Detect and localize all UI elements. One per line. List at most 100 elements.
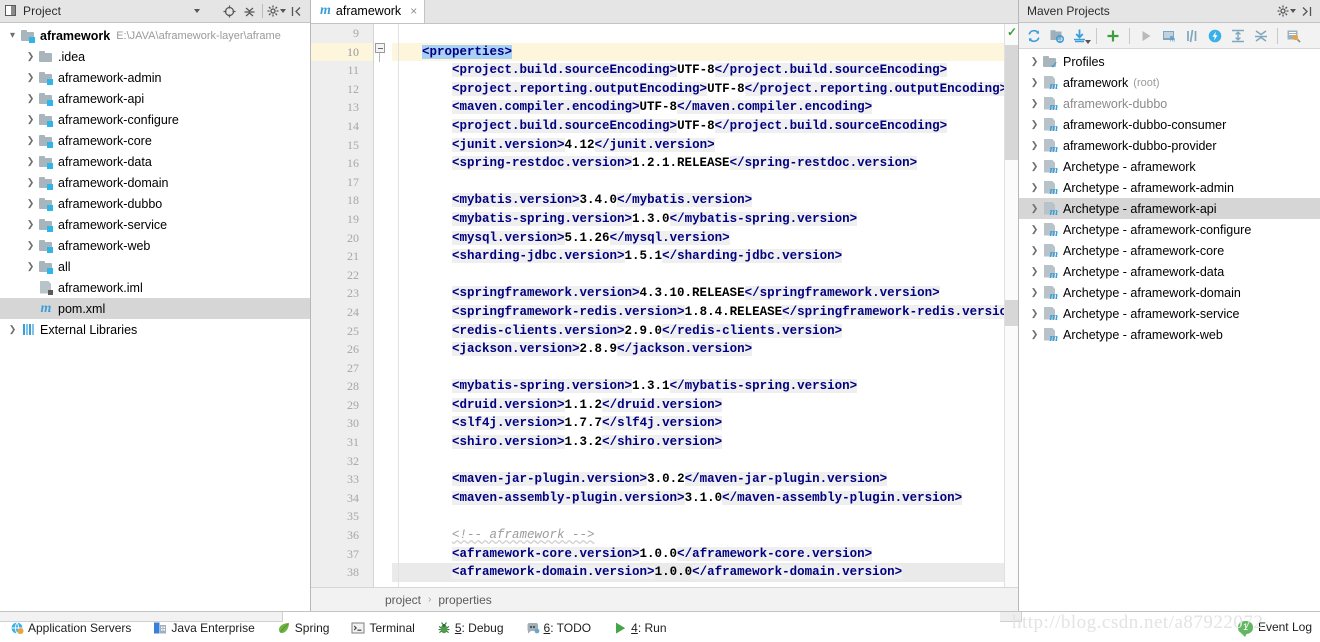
code-line[interactable]: <mybatis.version>3.4.0</mybatis.version> — [392, 191, 1018, 210]
code-line[interactable] — [392, 359, 1018, 378]
code-line[interactable] — [392, 266, 1018, 285]
tree-expand-arrow[interactable] — [1027, 330, 1042, 340]
maven-projects-tree[interactable]: ✓ Profiles m aframework (root) m aframework-du… — [1019, 49, 1320, 345]
tree-expand-arrow[interactable] — [1027, 183, 1042, 193]
code-line[interactable]: <mybatis-spring.version>1.3.0</mybatis-s… — [392, 210, 1018, 229]
tree-expand-arrow[interactable] — [1027, 309, 1042, 319]
code-line[interactable]: <redis-clients.version>2.9.0</redis-clie… — [392, 322, 1018, 341]
hide-panel-icon[interactable] — [1296, 1, 1316, 21]
tree-expand-arrow[interactable] — [1027, 246, 1042, 256]
project-tree-row[interactable]: m pom.xml — [0, 298, 310, 319]
project-tree-row[interactable]: aframework-service — [0, 214, 310, 235]
tree-expand-arrow[interactable] — [23, 220, 38, 230]
code-folding-strip[interactable] — [374, 24, 386, 587]
code-line[interactable]: <slf4j.version>1.7.7</slf4j.version> — [392, 414, 1018, 433]
expand-all-icon[interactable] — [1227, 25, 1249, 47]
reimport-icon[interactable] — [1023, 25, 1045, 47]
maven-tree-row[interactable]: m aframework-dubbo-provider — [1019, 135, 1320, 156]
code-line[interactable]: <maven-jar-plugin.version>3.0.2</maven-j… — [392, 470, 1018, 489]
tool-window-resize-handle-right[interactable] — [1000, 612, 1022, 622]
project-tree-row[interactable]: aframework-core — [0, 130, 310, 151]
maven-tree-row[interactable]: m Archetype - aframework-configure — [1019, 219, 1320, 240]
code-line[interactable]: <spring-restdoc.version>1.2.1.RELEASE</s… — [392, 154, 1018, 173]
add-maven-project-icon[interactable] — [1102, 25, 1124, 47]
code-line[interactable] — [392, 452, 1018, 471]
tree-expand-arrow[interactable] — [23, 115, 38, 125]
project-tree[interactable]: aframework E:\JAVA\aframework-layer\afram… — [0, 23, 310, 340]
maven-tree-row[interactable]: m Archetype - aframework — [1019, 156, 1320, 177]
code-line[interactable]: <project.build.sourceEncoding>UTF-8</pro… — [392, 117, 1018, 136]
breadcrumb-item-properties[interactable]: properties — [438, 593, 491, 607]
collapse-all-icon[interactable] — [1250, 25, 1272, 47]
code-line[interactable]: <aframework-core.version>1.0.0</aframewo… — [392, 545, 1018, 564]
code-line[interactable]: <springframework.version>4.3.10.RELEASE<… — [392, 284, 1018, 303]
tree-expand-arrow[interactable] — [23, 178, 38, 188]
project-tree-row[interactable]: aframework-data — [0, 151, 310, 172]
code-line[interactable]: <properties> — [392, 42, 1018, 62]
breadcrumb-item-project[interactable]: project — [385, 593, 421, 607]
tree-expand-arrow[interactable] — [1027, 120, 1042, 130]
maven-tree-row[interactable]: m Archetype - aframework-admin — [1019, 177, 1320, 198]
project-tree-row[interactable]: aframework-admin — [0, 67, 310, 88]
settings-gear-icon[interactable] — [1276, 1, 1296, 21]
code-line[interactable]: <project.reporting.outputEncoding>UTF-8<… — [392, 80, 1018, 99]
maven-tree-row[interactable]: m aframework-dubbo — [1019, 93, 1320, 114]
code-line[interactable]: <maven.compiler.encoding>UTF-8</maven.co… — [392, 98, 1018, 117]
code-line[interactable] — [392, 507, 1018, 526]
project-tree-row[interactable]: aframework-web — [0, 235, 310, 256]
project-view-dropdown-icon[interactable] — [187, 1, 207, 21]
project-tree-row[interactable]: aframework-dubbo — [0, 193, 310, 214]
collapse-all-icon[interactable] — [239, 1, 259, 21]
maven-tree-row[interactable]: ✓ Profiles — [1019, 51, 1320, 72]
maven-tree-row[interactable]: m Archetype - aframework-domain — [1019, 282, 1320, 303]
locate-icon[interactable] — [219, 1, 239, 21]
tree-expand-arrow[interactable] — [1027, 204, 1042, 214]
code-line[interactable]: <jackson.version>2.8.9</jackson.version> — [392, 340, 1018, 359]
editor-body[interactable]: 9 10 11 12 13 14 15 16 17 18 19 20 21 22 23 24 25 26 27 28 2… — [311, 24, 1018, 587]
tree-expand-arrow[interactable] — [23, 94, 38, 104]
status-bar-tool-buttons[interactable]: Application Servers Java Enterprise Spring… — [0, 618, 679, 638]
close-icon[interactable]: × — [410, 4, 417, 18]
maven-toolbar[interactable]: m — [1019, 23, 1320, 49]
fold-collapse-icon[interactable] — [375, 43, 385, 53]
project-tree-row[interactable]: all — [0, 256, 310, 277]
code-line[interactable]: <aframework-domain.version>1.0.0</aframe… — [392, 563, 1018, 582]
breadcrumb[interactable]: project › properties — [311, 587, 1018, 611]
code-line[interactable]: <maven-assembly-plugin.version>3.1.0</ma… — [392, 489, 1018, 508]
status-bar-item-application-servers[interactable]: Application Servers — [0, 621, 143, 635]
code-line[interactable] — [392, 173, 1018, 192]
execute-goal-icon[interactable]: m — [1158, 25, 1180, 47]
settings-gear-icon[interactable] — [266, 1, 286, 21]
status-bar-item-terminal[interactable]: Terminal — [341, 621, 426, 635]
tree-expand-arrow[interactable] — [23, 73, 38, 83]
run-icon[interactable] — [1135, 25, 1157, 47]
status-bar-item-run-play[interactable]: 4: Run — [603, 621, 678, 635]
code-line[interactable]: <springframework-redis.version>1.8.4.REL… — [392, 303, 1018, 322]
code-text-area[interactable]: <properties> <project.build.sourceEncodi… — [386, 24, 1018, 587]
maven-tree-row[interactable]: m Archetype - aframework-api — [1019, 198, 1320, 219]
project-tree-row[interactable]: aframework E:\JAVA\aframework-layer\afram… — [0, 25, 310, 46]
tree-expand-arrow[interactable] — [1027, 141, 1042, 151]
code-line[interactable] — [392, 24, 1018, 43]
status-bar-item-todo[interactable]: 6: TODO — [516, 621, 604, 635]
code-line[interactable]: <shiro.version>1.3.2</shiro.version> — [392, 433, 1018, 452]
tree-expand-arrow[interactable] — [23, 241, 38, 251]
project-tree-row[interactable]: aframework-configure — [0, 109, 310, 130]
green-check-icon[interactable]: ✓ — [1006, 26, 1018, 38]
tree-expand-arrow[interactable] — [1027, 99, 1042, 109]
editor-vertical-scrollbar-thumb[interactable] — [1005, 45, 1018, 160]
tree-expand-arrow[interactable] — [1027, 225, 1042, 235]
maven-tree-row[interactable]: m aframework-dubbo-consumer — [1019, 114, 1320, 135]
maven-tree-row[interactable]: m Archetype - aframework-core — [1019, 240, 1320, 261]
tree-expand-arrow[interactable] — [23, 199, 38, 209]
tree-expand-arrow[interactable] — [5, 325, 20, 335]
tree-expand-arrow[interactable] — [1027, 78, 1042, 88]
project-tree-row[interactable]: aframework.iml — [0, 277, 310, 298]
download-sources-icon[interactable] — [1069, 25, 1091, 47]
project-tree-row[interactable]: .idea — [0, 46, 310, 67]
tree-expand-arrow[interactable] — [23, 157, 38, 167]
maven-tree-row[interactable]: m Archetype - aframework-data — [1019, 261, 1320, 282]
code-line[interactable]: <sharding-jdbc.version>1.5.1</sharding-j… — [392, 247, 1018, 266]
toggle-offline-icon[interactable] — [1204, 25, 1226, 47]
tree-expand-arrow[interactable] — [1027, 288, 1042, 298]
